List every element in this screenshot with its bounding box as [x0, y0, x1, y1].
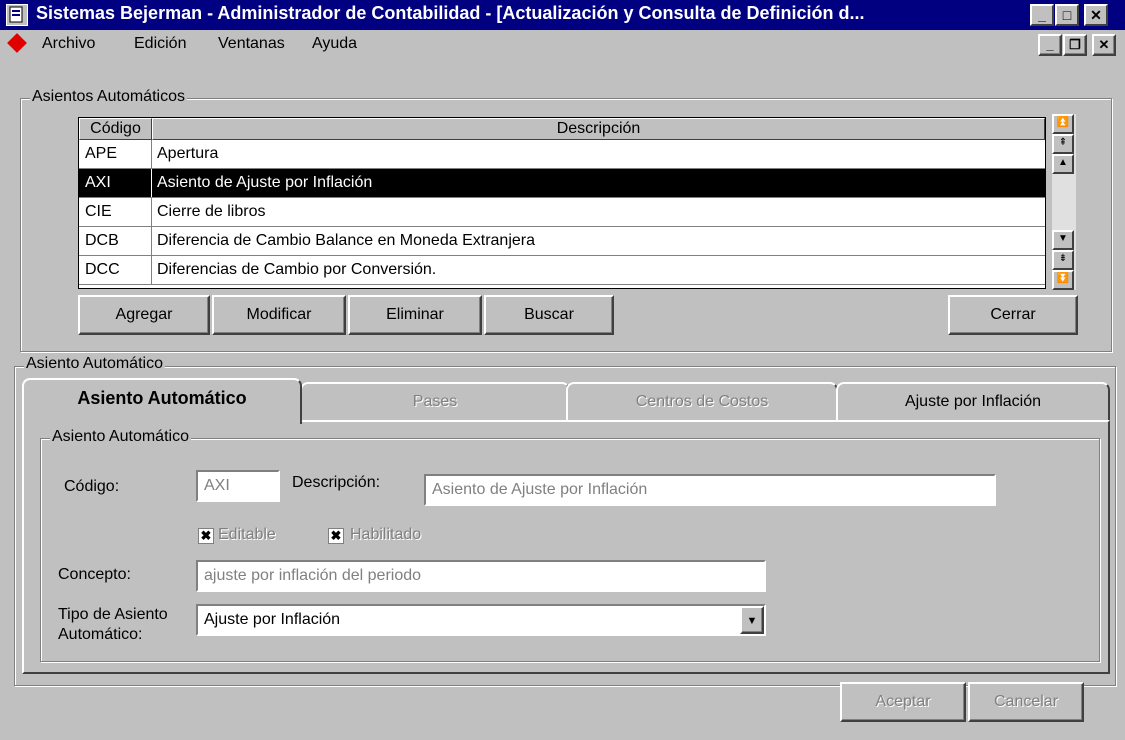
table-row[interactable]: DCB Diferencia de Cambio Balance en Mone…: [79, 227, 1045, 256]
cell-codigo: DCB: [85, 232, 119, 249]
tab-pases[interactable]: Pases: [300, 382, 570, 420]
cell-codigo: CIE: [85, 203, 112, 220]
dropdown-arrow-icon[interactable]: ▼: [740, 606, 764, 634]
cell-descripcion: Diferencias de Cambio por Conversión.: [157, 261, 437, 278]
tipo-asiento-value: Ajuste por Inflación: [204, 611, 341, 628]
menu-bar: Archivo Edición Ventanas Ayuda _ ❐ ✕: [0, 30, 1125, 58]
tab-ajuste-label: Ajuste por Inflación: [904, 393, 1042, 410]
mdi-close-button[interactable]: ✕: [1092, 34, 1116, 56]
tab-centros-de-costos[interactable]: Centros de Costos: [566, 382, 838, 420]
close-button[interactable]: ✕: [1084, 4, 1108, 26]
grid-scrollbar[interactable]: ⏫ ⇞ ▲ ▼ ⇟ ⏬: [1052, 114, 1076, 290]
aceptar-button[interactable]: Aceptar: [840, 682, 966, 722]
tab-ajuste-por-inflacion[interactable]: Ajuste por Inflación: [836, 382, 1110, 420]
cell-codigo: DCC: [85, 261, 120, 278]
column-header-codigo[interactable]: Código: [79, 118, 152, 140]
minimize-button[interactable]: _: [1030, 4, 1054, 26]
inner-group-label: Asiento Automático: [50, 428, 191, 446]
app-icon[interactable]: [6, 4, 28, 26]
cell-codigo: AXI: [85, 174, 111, 191]
detail-group-label: Asiento Automático: [24, 355, 165, 373]
codigo-label: Código:: [64, 478, 120, 495]
editable-label: Editable: [218, 526, 276, 543]
scroll-page-down-icon[interactable]: ⇟: [1052, 250, 1074, 270]
cell-codigo: APE: [85, 145, 118, 162]
editable-checkbox[interactable]: ✖: [198, 528, 214, 544]
title-bar[interactable]: Sistemas Bejerman - Administrador de Con…: [0, 0, 1125, 30]
mdi-minimize-button[interactable]: _: [1038, 34, 1062, 56]
cell-descripcion: Asiento de Ajuste por Inflación: [157, 174, 373, 191]
agregar-button[interactable]: Agregar: [78, 295, 210, 335]
tipo-label-line2: Automático:: [58, 626, 143, 643]
scroll-last-icon[interactable]: ⏬: [1052, 270, 1074, 290]
table-row[interactable]: APE Apertura: [79, 140, 1045, 169]
buscar-button[interactable]: Buscar: [484, 295, 614, 335]
menu-ventanas[interactable]: Ventanas: [218, 35, 285, 53]
tipo-asiento-select[interactable]: Ajuste por Inflación ▼: [196, 604, 766, 636]
codigo-field[interactable]: AXI: [196, 470, 280, 502]
scroll-up-icon[interactable]: ▲: [1052, 154, 1074, 174]
cell-descripcion: Cierre de libros: [157, 203, 266, 220]
tab-asiento-label: Asiento Automático: [77, 388, 247, 408]
scroll-first-icon[interactable]: ⏫: [1052, 114, 1074, 134]
tab-asiento-automatico[interactable]: Asiento Automático: [22, 378, 302, 424]
table-row[interactable]: DCC Diferencias de Cambio por Conversión…: [79, 256, 1045, 285]
descripcion-label: Descripción:: [292, 474, 381, 491]
window-title: Sistemas Bejerman - Administrador de Con…: [36, 3, 865, 23]
cell-descripcion: Diferencia de Cambio Balance en Moneda E…: [157, 232, 535, 249]
maximize-button[interactable]: □: [1055, 4, 1079, 26]
habilitado-label: Habilitado: [350, 526, 422, 543]
eliminar-button[interactable]: Eliminar: [348, 295, 482, 335]
cancelar-button[interactable]: Cancelar: [968, 682, 1084, 722]
modificar-button[interactable]: Modificar: [212, 295, 346, 335]
menu-ayuda[interactable]: Ayuda: [312, 35, 357, 53]
asientos-grid[interactable]: Código Descripción APE Apertura AXI Asie…: [78, 117, 1046, 289]
descripcion-field[interactable]: Asiento de Ajuste por Inflación: [424, 474, 996, 506]
tab-pases-label: Pases: [412, 393, 458, 410]
table-row[interactable]: CIE Cierre de libros: [79, 198, 1045, 227]
menu-archivo[interactable]: Archivo: [42, 35, 95, 53]
mdi-diamond-icon[interactable]: [7, 33, 27, 53]
tipo-label-line1: Tipo de Asiento: [58, 606, 168, 623]
tab-centros-label: Centros de Costos: [635, 393, 769, 410]
mdi-restore-button[interactable]: ❐: [1063, 34, 1087, 56]
concepto-label: Concepto:: [58, 566, 131, 583]
scroll-page-up-icon[interactable]: ⇞: [1052, 134, 1074, 154]
concepto-field[interactable]: ajuste por inflación del periodo: [196, 560, 766, 592]
menu-edicion[interactable]: Edición: [134, 35, 186, 53]
table-row-selected[interactable]: AXI Asiento de Ajuste por Inflación: [79, 169, 1045, 198]
scroll-down-icon[interactable]: ▼: [1052, 230, 1074, 250]
asientos-group-label: Asientos Automáticos: [30, 88, 187, 106]
habilitado-checkbox[interactable]: ✖: [328, 528, 344, 544]
column-header-descripcion[interactable]: Descripción: [152, 118, 1045, 140]
cell-descripcion: Apertura: [157, 145, 219, 162]
cerrar-button[interactable]: Cerrar: [948, 295, 1078, 335]
